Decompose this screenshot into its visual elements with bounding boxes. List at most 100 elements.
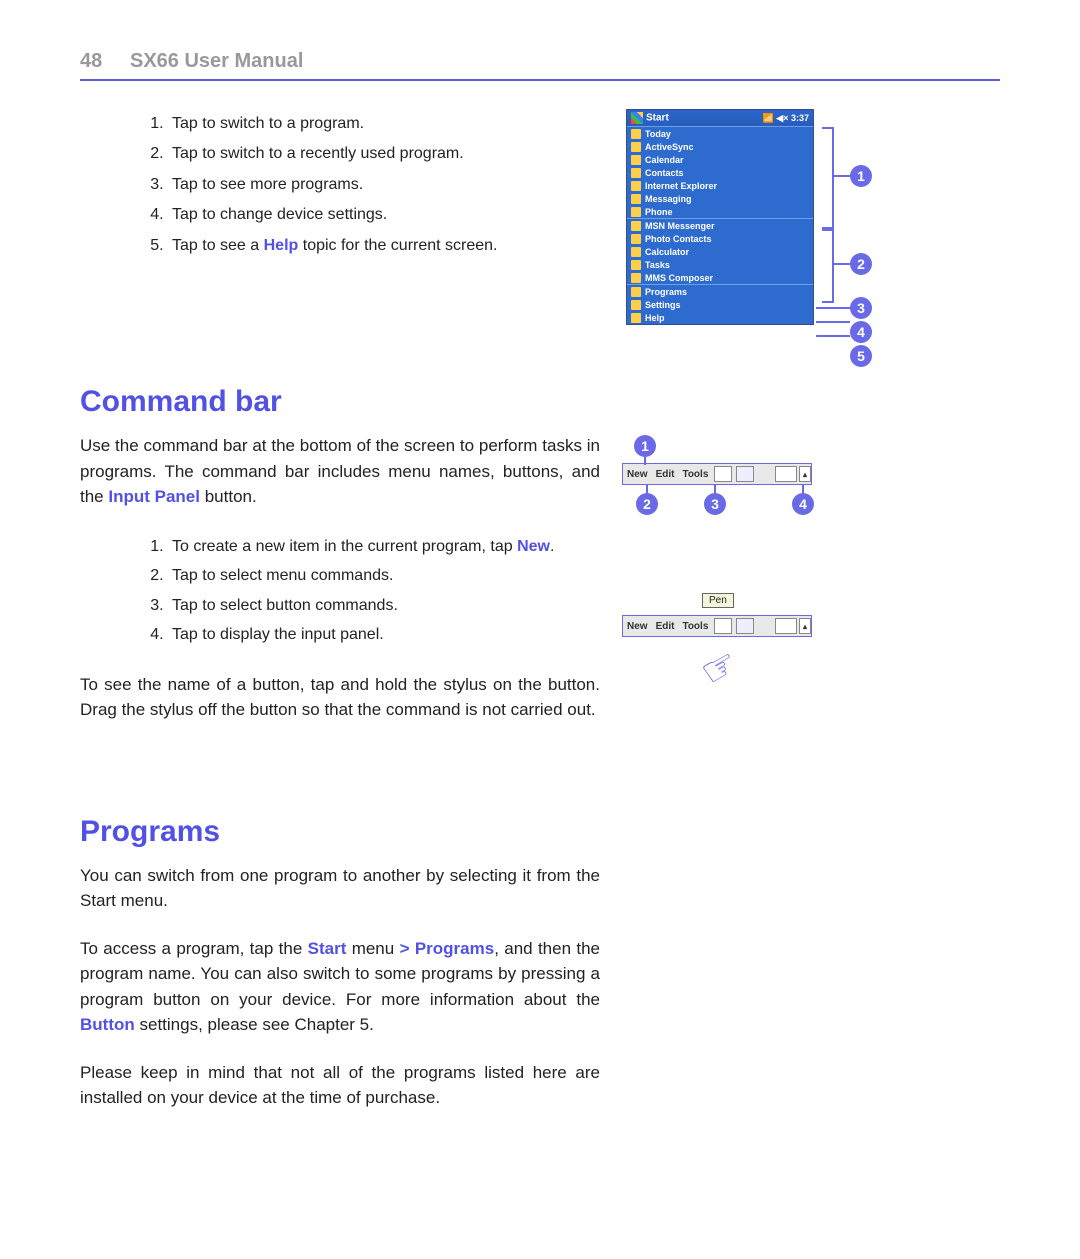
app-icon bbox=[631, 273, 641, 283]
command-bar-tip: To see the name of a button, tap and hol… bbox=[80, 672, 600, 723]
start-menu-item: MMS Composer bbox=[627, 271, 813, 284]
start-label: Start bbox=[646, 113, 669, 124]
start-menu-item: MSN Messenger bbox=[627, 219, 813, 232]
app-icon bbox=[631, 287, 641, 297]
start-menu-item: Help bbox=[627, 311, 813, 324]
menu-new: New bbox=[623, 621, 652, 632]
bracket bbox=[822, 127, 834, 229]
navbar-instruction-list: Tap to switch to a program. Tap to switc… bbox=[140, 109, 600, 261]
callout-line bbox=[816, 307, 850, 309]
start-menu-item-label: Tasks bbox=[645, 260, 670, 270]
app-icon bbox=[631, 260, 641, 270]
start-menu-item-label: MSN Messenger bbox=[645, 221, 715, 231]
keyword-new: New bbox=[517, 538, 550, 555]
start-menu-item: Settings bbox=[627, 298, 813, 311]
app-icon bbox=[631, 234, 641, 244]
heading-command-bar: Command bar bbox=[80, 385, 1000, 419]
heading-programs: Programs bbox=[80, 815, 1000, 849]
keyword-programs-path: > Programs bbox=[400, 939, 495, 958]
callout-5: 5 bbox=[850, 345, 872, 367]
text: To access a program, tap the bbox=[80, 939, 308, 958]
pen-button-icon bbox=[736, 618, 754, 634]
menu-tools: Tools bbox=[678, 621, 712, 632]
callout-line bbox=[816, 321, 850, 323]
start-menu-item: Tasks bbox=[627, 258, 813, 271]
text: Tap to see a bbox=[172, 237, 264, 254]
start-menu-item-label: Today bbox=[645, 129, 671, 139]
start-menu-item: Calculator bbox=[627, 245, 813, 258]
command-bar-intro: Use the command bar at the bottom of the… bbox=[80, 433, 600, 510]
start-menu-item: Contacts bbox=[627, 166, 813, 179]
app-icon bbox=[631, 142, 641, 152]
pointing-hand-icon: ☞ bbox=[693, 639, 747, 697]
programs-para-1: You can switch from one program to anoth… bbox=[80, 863, 600, 914]
menu-new: New bbox=[623, 469, 652, 480]
input-panel-arrow-icon: ▴ bbox=[799, 466, 811, 482]
start-menu-item: Calendar bbox=[627, 153, 813, 166]
text: topic for the current screen. bbox=[298, 237, 497, 254]
callout-4: 4 bbox=[850, 321, 872, 343]
app-icon bbox=[631, 247, 641, 257]
list-item: Tap to change device settings. bbox=[168, 200, 600, 230]
command-bar-tooltip-figure: Pen New Edit Tools ▴ ☞ bbox=[622, 615, 1000, 637]
list-item: Tap to see more programs. bbox=[168, 170, 600, 200]
start-menu-item: Photo Contacts bbox=[627, 232, 813, 245]
programs-para-2: To access a program, tap the Start menu … bbox=[80, 936, 600, 1038]
callout-2: 2 bbox=[850, 253, 872, 275]
keyboard-icon bbox=[775, 618, 797, 634]
callout-3: 3 bbox=[850, 297, 872, 319]
callout-2: 2 bbox=[636, 493, 658, 515]
input-panel-arrow-icon: ▴ bbox=[799, 618, 811, 634]
callout-3: 3 bbox=[704, 493, 726, 515]
command-bar-figure: 1 New Edit Tools ▴ 2 3 bbox=[622, 463, 1000, 485]
command-bar: New Edit Tools ▴ bbox=[622, 463, 812, 485]
list-item: Tap to display the input panel. bbox=[168, 620, 600, 650]
app-icon bbox=[631, 300, 641, 310]
start-menu-item: Internet Explorer bbox=[627, 179, 813, 192]
start-menu-figure: Start 📶 ◀× 3:37 TodayActiveSyncCalendarC… bbox=[626, 109, 814, 325]
app-icon bbox=[631, 207, 641, 217]
manual-title: SX66 User Manual bbox=[130, 50, 303, 73]
callout-4: 4 bbox=[792, 493, 814, 515]
start-menu-item: Today bbox=[627, 127, 813, 140]
keyboard-icon bbox=[775, 466, 797, 482]
page-number: 48 bbox=[80, 50, 130, 73]
callout-1: 1 bbox=[634, 435, 656, 457]
list-item: To create a new item in the current prog… bbox=[168, 532, 600, 562]
start-menu-item-label: Settings bbox=[645, 300, 681, 310]
page-header: 48 SX66 User Manual bbox=[80, 50, 1000, 81]
start-menu-item-label: Programs bbox=[645, 287, 687, 297]
programs-para-3: Please keep in mind that not all of the … bbox=[80, 1060, 600, 1111]
start-menu-item-label: ActiveSync bbox=[645, 142, 694, 152]
command-bar-list: To create a new item in the current prog… bbox=[140, 532, 600, 650]
start-menu-item-label: Messaging bbox=[645, 194, 692, 204]
list-item: Tap to see a Help topic for the current … bbox=[168, 231, 600, 261]
start-menu-item: ActiveSync bbox=[627, 140, 813, 153]
callout-line bbox=[644, 457, 646, 465]
text: To create a new item in the current prog… bbox=[172, 538, 517, 555]
text: settings, please see Chapter 5. bbox=[135, 1015, 374, 1034]
start-menu-item-label: Photo Contacts bbox=[645, 234, 712, 244]
app-icon bbox=[631, 168, 641, 178]
app-icon bbox=[631, 181, 641, 191]
app-icon bbox=[631, 313, 641, 323]
app-icon bbox=[631, 194, 641, 204]
callout-line bbox=[832, 263, 850, 265]
start-menu-item-label: Calculator bbox=[645, 247, 689, 257]
start-menu-item-label: Internet Explorer bbox=[645, 181, 717, 191]
menu-edit: Edit bbox=[652, 621, 679, 632]
toolbar-button-icon bbox=[714, 466, 732, 482]
menu-edit: Edit bbox=[652, 469, 679, 480]
keyword-start: Start bbox=[308, 939, 347, 958]
list-item: Tap to select button commands. bbox=[168, 591, 600, 621]
list-item: Tap to switch to a recently used program… bbox=[168, 139, 600, 169]
keyword-input-panel: Input Panel bbox=[108, 487, 200, 506]
start-menu-item: Programs bbox=[627, 285, 813, 298]
pen-button-icon bbox=[736, 466, 754, 482]
start-menu-item: Messaging bbox=[627, 192, 813, 205]
keyword-help: Help bbox=[264, 237, 299, 254]
app-icon bbox=[631, 129, 641, 139]
callout-line bbox=[832, 175, 850, 177]
callout-1: 1 bbox=[850, 165, 872, 187]
keyword-button: Button bbox=[80, 1015, 135, 1034]
